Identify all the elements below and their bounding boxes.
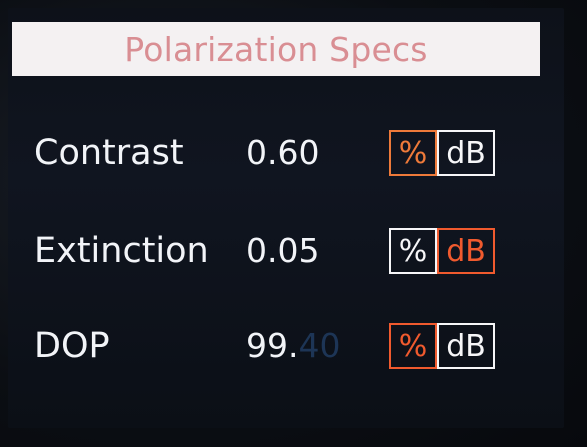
contrast-label: Contrast <box>34 133 184 173</box>
dop-label: DOP <box>34 326 110 366</box>
contrast-row: Contrast 0.60 % dB <box>8 123 564 183</box>
extinction-unit-toggle: % dB <box>389 228 495 274</box>
dop-percent-button[interactable]: % <box>389 323 437 369</box>
dop-value: 99.40 <box>246 326 341 365</box>
extinction-row: Extinction 0.05 % dB <box>8 221 564 281</box>
page-title: Polarization Specs <box>124 29 428 69</box>
extinction-db-button[interactable]: dB <box>437 228 495 274</box>
dop-row: DOP 99.40 % dB <box>8 316 564 376</box>
contrast-percent-button[interactable]: % <box>389 130 437 176</box>
extinction-percent-button[interactable]: % <box>389 228 437 274</box>
contrast-unit-toggle: % dB <box>389 130 495 176</box>
contrast-value: 0.60 <box>246 133 320 172</box>
display-screen: Polarization Specs Contrast 0.60 % dB Ex… <box>8 8 564 428</box>
extinction-value: 0.05 <box>246 231 320 270</box>
dop-db-button[interactable]: dB <box>437 323 495 369</box>
dop-unit-toggle: % dB <box>389 323 495 369</box>
extinction-label: Extinction <box>34 231 209 271</box>
contrast-db-button[interactable]: dB <box>437 130 495 176</box>
title-bar: Polarization Specs <box>12 22 540 76</box>
